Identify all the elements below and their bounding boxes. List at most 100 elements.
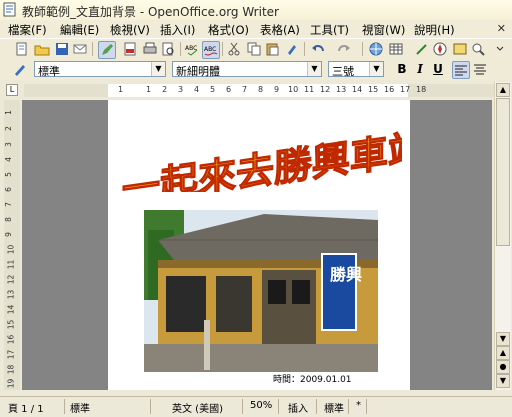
menu-format[interactable]: 格式(O) [208,22,249,38]
ruler-tick: 10 [6,244,16,255]
styles-formatting-icon[interactable] [12,61,28,77]
scroll-up-icon[interactable]: ▲ [496,83,510,97]
spellcheck-icon[interactable]: ABC [184,41,200,57]
align-left-icon[interactable] [452,61,470,79]
status-separator [64,399,65,414]
document-page[interactable]: 一起來去勝興車站 勝興 時間：2009.01.01 [108,100,410,390]
print-icon[interactable] [142,41,158,57]
ruler-tick: 11 [304,85,315,94]
redo-icon[interactable] [336,41,352,57]
auto-spellcheck-icon[interactable]: ABC [202,41,220,59]
standard-toolbar: ABC ABC [0,38,512,60]
status-separator [242,399,243,414]
ruler-tick: 10 [288,85,299,94]
paragraph-style-select[interactable]: 標準 ▼ [34,61,166,78]
menu-file[interactable]: 檔案(F) [8,22,47,38]
window-title: 教師範例_文直加背景 - OpenOffice.org Writer [22,5,279,19]
ruler-tick: 12 [320,85,331,94]
open-folder-icon[interactable] [34,41,50,57]
menu-view[interactable]: 檢視(V) [110,22,150,38]
ruler-tick: 18 [416,85,427,94]
ruler-tick: 13 [6,289,16,300]
toolbar-separator [92,42,93,56]
edit-mode-icon[interactable] [98,41,116,59]
ruler-tick: 19 [6,378,16,389]
table-icon[interactable] [388,41,404,57]
ruler-tick: 15 [6,319,16,330]
svg-text:ABC: ABC [204,46,216,53]
paragraph-style-value: 標準 [38,65,60,78]
menu-help[interactable]: 說明(H) [414,22,455,38]
paste-icon[interactable] [264,41,280,57]
ruler-tick: 9 [274,85,280,94]
ruler-tick: 14 [6,304,16,315]
menu-table[interactable]: 表格(A) [260,22,300,38]
zoom-icon[interactable] [470,41,486,57]
export-pdf-icon[interactable] [122,41,138,57]
ruler-tick: 9 [3,232,13,237]
ruler-tick: 3 [178,85,184,94]
previous-page-icon[interactable]: ▲ [496,346,510,360]
heading-word-art[interactable]: 一起來去勝興車站 [116,112,402,192]
writer-app-icon [3,2,16,17]
menu-tools[interactable]: 工具(T) [310,22,349,38]
menu-insert[interactable]: 插入(I) [160,22,195,38]
page-indicator[interactable]: 頁 1 / 1 [8,400,44,415]
show-draw-functions-icon[interactable] [414,41,430,57]
selection-mode-indicator[interactable]: 標準 [324,400,344,415]
format-paintbrush-icon[interactable] [284,41,300,57]
horizontal-ruler-row: L 1 1 2 3 4 5 6 7 8 9 10 11 12 13 14 15 … [0,82,512,98]
copy-icon[interactable] [246,41,262,57]
page-style-indicator[interactable]: 標準 [70,400,90,415]
chevron-down-icon: ▼ [151,62,165,76]
undo-icon[interactable] [310,41,326,57]
navigation-icon[interactable]: ● [496,360,510,374]
insert-mode-indicator[interactable]: 插入 [288,400,308,415]
ruler-tick: 3 [3,142,13,147]
vertical-ruler: 1 2 3 4 5 6 7 8 9 10 11 12 13 14 15 16 1… [4,100,20,390]
toolbar-separator [222,42,223,56]
align-center-icon[interactable] [472,61,488,77]
ruler-tick: 2 [3,126,13,131]
font-name-select[interactable]: 新細明體 ▼ [172,61,322,78]
ruler-tick: 13 [336,85,347,94]
horizontal-ruler[interactable]: 1 1 2 3 4 5 6 7 8 9 10 11 12 13 14 15 16… [24,84,494,97]
save-icon[interactable] [54,41,70,57]
heading-art-text: 一起來去勝興車站 [122,127,402,192]
gallery-icon[interactable] [452,41,468,57]
language-indicator[interactable]: 英文 (美國) [172,400,223,415]
cut-icon[interactable] [226,41,242,57]
station-photo[interactable]: 勝興 [144,210,378,372]
ruler-tick: 14 [352,85,363,94]
next-page-icon[interactable]: ▼ [496,374,510,388]
scroll-down-icon[interactable]: ▼ [496,332,510,346]
print-preview-icon[interactable] [160,41,176,57]
chevron-down-icon: ▼ [369,62,383,76]
status-bar: 頁 1 / 1 標準 英文 (美國) 50% 插入 標準 * [0,396,512,417]
italic-button[interactable]: I [412,61,428,77]
zoom-indicator[interactable]: 50% [250,400,272,411]
font-size-select[interactable]: 三號 ▼ [328,61,384,78]
scroll-thumb[interactable] [496,98,510,246]
ruler-tick: 12 [6,274,16,285]
menu-edit[interactable]: 編輯(E) [60,22,99,38]
vertical-scrollbar[interactable]: ▲ ▼ ▲ ● ▼ [494,82,511,390]
bold-button[interactable]: B [394,61,410,77]
underline-button[interactable]: U [430,61,446,77]
menu-bar: 檔案(F) 編輯(E) 檢視(V) 插入(I) 格式(O) 表格(A) 工具(T… [0,20,512,38]
menu-window[interactable]: 視窗(W) [362,22,405,38]
new-document-icon[interactable] [14,41,30,57]
document-workspace: 一起來去勝興車站 勝興 時間：2009.01.01 [22,100,492,390]
tab-stop-selector-icon[interactable]: L [6,84,18,96]
ruler-tick: 7 [242,85,248,94]
toolbar-overflow-icon[interactable] [492,41,508,57]
navigator-icon[interactable] [432,41,448,57]
toolbar-separator [304,42,305,56]
font-name-value: 新細明體 [176,65,220,78]
hyperlink-icon[interactable] [368,41,384,57]
status-separator [278,399,279,414]
title-bar: 教師範例_文直加背景 - OpenOffice.org Writer [0,0,512,21]
close-document-icon[interactable]: ✕ [497,22,506,35]
ruler-tick: 16 [6,334,16,345]
email-icon[interactable] [72,41,88,57]
